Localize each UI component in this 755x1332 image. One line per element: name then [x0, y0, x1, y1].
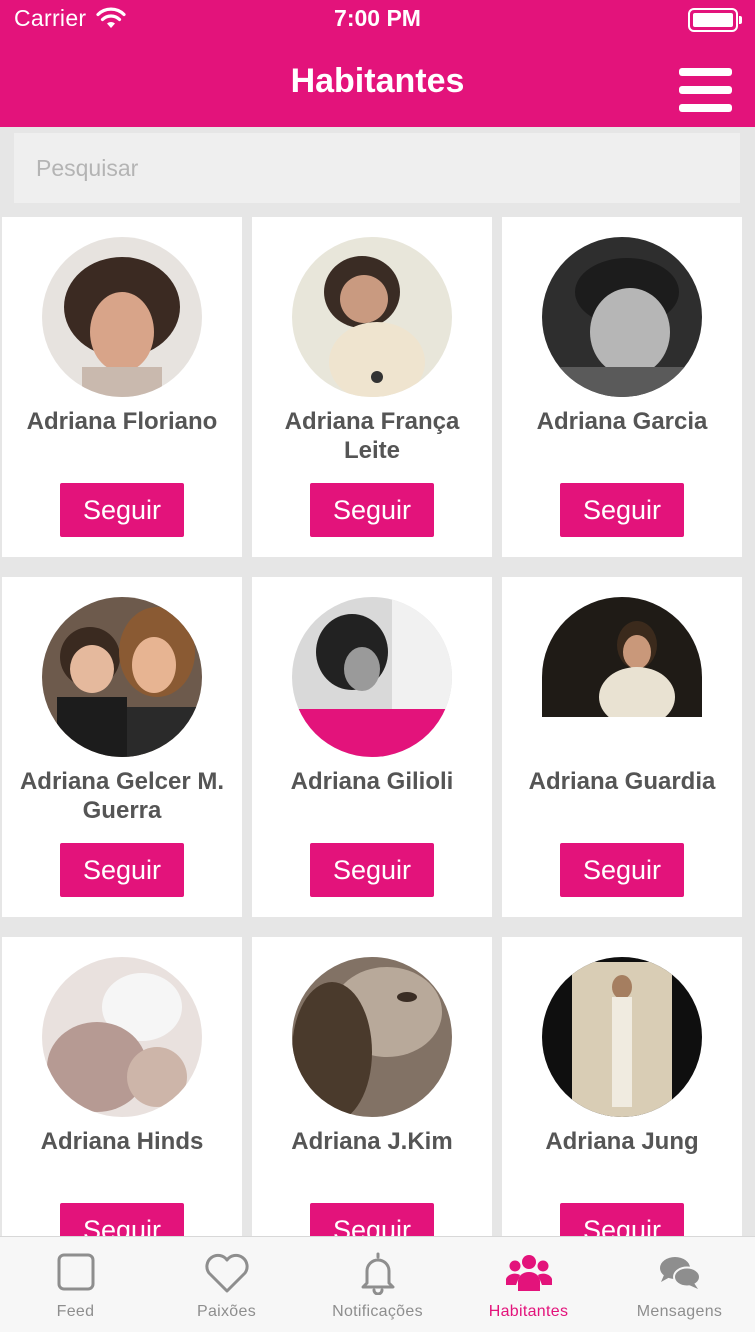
person-card[interactable]: Adriana França Leite Seguir — [252, 217, 492, 557]
tab-label: Feed — [56, 1303, 95, 1320]
person-card[interactable]: Adriana J.Kim Seguir — [252, 937, 492, 1237]
person-name: Adriana Jung — [545, 1128, 699, 1155]
person-name: Adriana França Leite — [284, 408, 460, 464]
tab-label: Paixões — [196, 1303, 257, 1320]
people-grid: Adriana Floriano Seguir Adriana França L… — [0, 209, 755, 1237]
avatar[interactable] — [542, 957, 702, 1117]
person-name: Adriana Gilioli — [290, 768, 454, 795]
page-title: Habitantes — [290, 62, 465, 100]
status-time: 7:00 PM — [334, 5, 421, 31]
person-card[interactable]: Adriana Hinds Seguir — [2, 937, 242, 1237]
person-card[interactable]: Adriana Gilioli Seguir — [252, 577, 492, 917]
search-input[interactable] — [14, 133, 740, 203]
avatar[interactable] — [542, 597, 702, 757]
tab-mensagens[interactable]: Mensagens — [604, 1237, 755, 1332]
avatar[interactable] — [42, 237, 202, 397]
follow-button[interactable]: Seguir — [60, 1203, 184, 1237]
tab-label: Habitantes — [488, 1303, 569, 1320]
person-card[interactable]: Adriana Gelcer M. Guerra Seguir — [2, 577, 242, 917]
person-name: Adriana Floriano — [26, 408, 218, 435]
follow-button[interactable]: Seguir — [560, 1203, 684, 1237]
tab-bar: Feed Paixões Notificações Habitantes Men… — [0, 1236, 755, 1332]
bell-icon — [361, 1252, 394, 1295]
battery-icon — [688, 8, 742, 32]
status-bar: Carrier 7:00 PM — [0, 0, 755, 40]
chat-bubbles-icon — [659, 1257, 701, 1289]
follow-button[interactable]: Seguir — [560, 483, 684, 537]
hamburger-menu-icon[interactable] — [679, 68, 732, 112]
follow-button[interactable]: Seguir — [560, 843, 684, 897]
avatar[interactable] — [292, 237, 452, 397]
tab-habitantes[interactable]: Habitantes — [453, 1237, 604, 1332]
tab-label: Notificações — [332, 1303, 423, 1320]
avatar[interactable] — [542, 237, 702, 397]
tab-notificacoes[interactable]: Notificações — [302, 1237, 453, 1332]
person-card[interactable]: Adriana Floriano Seguir — [2, 217, 242, 557]
follow-button[interactable]: Seguir — [60, 483, 184, 537]
square-icon — [57, 1253, 94, 1291]
person-name: Adriana Garcia — [536, 408, 708, 435]
tab-paixoes[interactable]: Paixões — [151, 1237, 302, 1332]
heart-icon — [204, 1253, 249, 1293]
follow-button[interactable]: Seguir — [310, 843, 434, 897]
app-header: Carrier 7:00 PM Habitantes — [0, 0, 755, 127]
follow-button[interactable]: Seguir — [60, 843, 184, 897]
search-bar — [0, 127, 755, 209]
person-card[interactable]: Adriana Garcia Seguir — [502, 217, 742, 557]
avatar[interactable] — [292, 957, 452, 1117]
people-icon — [505, 1255, 552, 1291]
person-name: Adriana Hinds — [40, 1128, 204, 1155]
person-name: Adriana Gelcer M. Guerra — [19, 768, 225, 824]
follow-button[interactable]: Seguir — [310, 1203, 434, 1237]
person-card[interactable]: Adriana Jung Seguir — [502, 937, 742, 1237]
avatar[interactable] — [292, 597, 452, 757]
person-name: Adriana J.Kim — [291, 1128, 453, 1155]
follow-button[interactable]: Seguir — [310, 483, 434, 537]
app-screen: Carrier 7:00 PM Habitantes Pesquisar Adr… — [0, 0, 755, 1332]
avatar[interactable] — [42, 597, 202, 757]
tab-feed[interactable]: Feed — [0, 1237, 151, 1332]
avatar[interactable] — [42, 957, 202, 1117]
tab-label: Mensagens — [636, 1303, 723, 1320]
person-card[interactable]: Adriana Guardia Seguir — [502, 577, 742, 917]
person-name: Adriana Guardia — [528, 768, 716, 795]
